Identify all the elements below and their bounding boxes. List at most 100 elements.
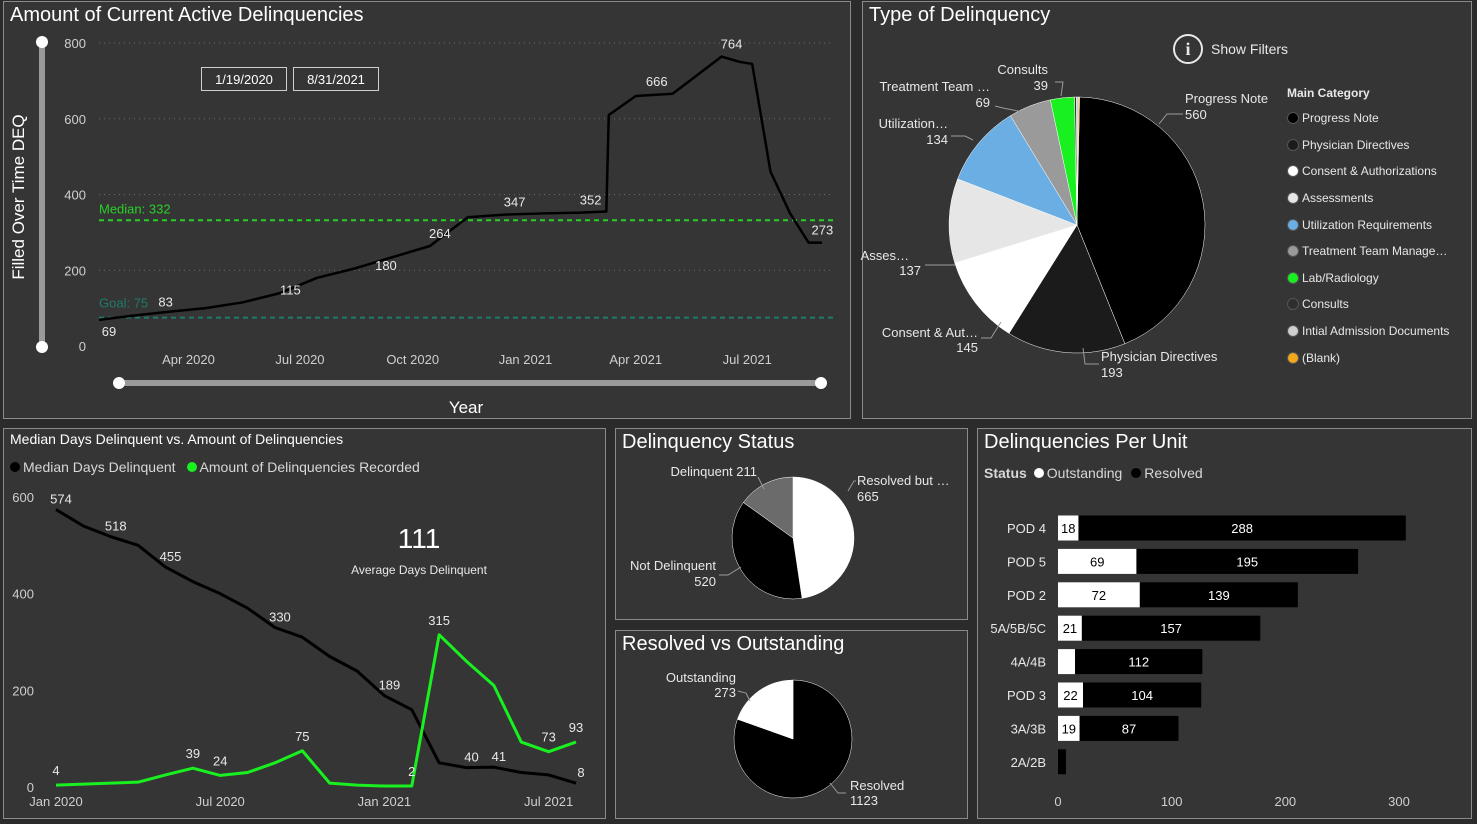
leader-line (1158, 113, 1183, 125)
median-data-label: 518 (105, 519, 127, 534)
slice-label-name: Progress Note (1185, 91, 1268, 106)
median-days-panel: Median Days Delinquent vs. Amount of Del… (3, 428, 606, 819)
bar-label-outstanding: 22 (1063, 688, 1077, 703)
bar-label-resolved: 157 (1160, 621, 1182, 636)
bar-label-resolved: 288 (1231, 521, 1253, 536)
slice-label-name: Resolved (850, 778, 904, 793)
y-tick-label: 400 (12, 587, 34, 602)
x-tick-label: 0 (1054, 794, 1061, 809)
bar-label-resolved: 195 (1236, 554, 1258, 569)
data-label: 69 (102, 324, 116, 339)
type-of-delinquency-panel: Type of Delinquency i Show Filters Main … (861, 1, 1472, 419)
category-label: POD 2 (1007, 588, 1046, 603)
slice-label-value: 273 (714, 685, 736, 700)
bar-label-resolved: 112 (1128, 655, 1149, 670)
slice-label-name: Utilization… (879, 116, 948, 131)
slice-label-value: 520 (694, 574, 716, 589)
vertical-slider-handle-top[interactable] (36, 36, 48, 48)
data-label: 180 (375, 258, 397, 273)
leader-line (829, 782, 846, 794)
median-data-label: 40 (464, 750, 478, 765)
x-tick-label: Jul 2021 (524, 794, 573, 809)
leader-line (847, 480, 856, 492)
category-label: 5A/5B/5C (990, 621, 1046, 636)
y-tick-label: 0 (79, 339, 86, 354)
bar-chart-units: 0 100 200 300 POD 4 18 288 POD 5 69 195 POD 2 72 139… (990, 515, 1410, 809)
amount-data-label: 39 (186, 746, 200, 761)
line-chart-active: 0 200 400 600 800 Apr 2020 Jul 2020 Oct 2020 Jan… (9, 36, 834, 417)
median-data-label: 330 (269, 610, 291, 625)
slice-label-name: Treatment Team … (879, 79, 990, 94)
bar-label-outstanding: 18 (1061, 521, 1075, 536)
resolved-outstanding-panel: Resolved vs Outstanding Outstanding 273 Re… (615, 630, 968, 819)
data-label: 352 (580, 193, 602, 208)
vertical-slider-handle-bottom[interactable] (36, 341, 48, 353)
slice-label-name: Resolved but … (857, 473, 950, 488)
x-tick-label: Jan 2020 (29, 794, 83, 809)
x-tick-label: Jul 2020 (275, 352, 324, 367)
category-label: 3A/3B (1011, 721, 1046, 736)
bar-label-outstanding: 19 (1062, 721, 1076, 736)
amount-data-label: 315 (428, 613, 450, 628)
leader-line (737, 690, 751, 702)
slice-label-value: 1123 (850, 793, 878, 808)
slice-label-value: 134 (926, 132, 948, 147)
x-tick-label: Jan 2021 (358, 794, 412, 809)
x-tick-label: 100 (1161, 794, 1183, 809)
amount-data-label: 75 (295, 729, 309, 744)
data-label: 666 (646, 74, 668, 89)
median-data-label: 41 (492, 749, 506, 764)
category-label: POD 3 (1007, 688, 1046, 703)
pie-chart-status: Resolved but …665 Delinquent 211 Not Delin… (630, 464, 950, 600)
bar-label-resolved: 87 (1122, 721, 1136, 736)
slice-label-value: 560 (1185, 107, 1207, 122)
slice-label-name: Consults (997, 62, 1048, 77)
bar-outstanding (1058, 649, 1076, 675)
amount-data-label: 73 (541, 730, 555, 745)
x-tick-label: Jan 2021 (499, 352, 553, 367)
line-chart-median: 0 200 400 600 Jan 2020 Jul 2020 Jan 2021 Jul 20… (12, 490, 584, 809)
pie-chart-type: Progress Note560 Physician Directives193 C… (861, 62, 1269, 380)
slice-label-value: 69 (976, 95, 990, 110)
y-tick-label: 600 (64, 112, 86, 127)
leader-line (1055, 81, 1064, 97)
y-tick-label: 600 (12, 490, 34, 505)
y-tick-label: 200 (64, 263, 86, 278)
slice-label-name: Consent & Aut… (882, 325, 978, 340)
x-tick-label: 200 (1274, 794, 1296, 809)
x-tick-label: 300 (1388, 794, 1410, 809)
data-label: 347 (504, 195, 526, 210)
data-label: 764 (721, 37, 743, 52)
pie-chart-resolved: Outstanding273 Resolved1123 (666, 670, 904, 808)
series-line-median-days-delinquent (55, 508, 577, 785)
slice-label-value: 39 (1034, 78, 1048, 93)
x-tick-label: Apr 2020 (162, 352, 215, 367)
horizontal-slider-handle-right[interactable] (815, 377, 827, 389)
median-data-label: 574 (50, 492, 72, 507)
x-axis-title: Year (449, 398, 484, 417)
category-label: 4A/4B (1011, 655, 1046, 670)
category-label: 2A/2B (1011, 755, 1046, 770)
category-label: POD 4 (1007, 521, 1046, 536)
slice-label-name: Physician Directives (1101, 349, 1218, 364)
slice-label-name: Outstanding (666, 670, 736, 685)
slice-label-value: 193 (1101, 365, 1123, 380)
slice-label-name: Delinquent 211 (671, 464, 758, 479)
leader-line (719, 566, 742, 576)
horizontal-slider-handle-left[interactable] (113, 377, 125, 389)
data-label: 115 (280, 282, 301, 297)
y-tick-label: 0 (27, 780, 34, 795)
y-axis-title: Filled Over Time DEQ (9, 114, 28, 279)
leader-line (951, 135, 974, 141)
slice-label-value: 145 (956, 340, 978, 355)
slice-label-name: Asses… (861, 248, 909, 263)
x-tick-label: Jul 2020 (196, 794, 245, 809)
data-label: 273 (812, 223, 834, 238)
slice-label-value: 137 (899, 263, 921, 278)
bar-label-outstanding: 21 (1063, 621, 1077, 636)
amount-data-label: 4 (52, 763, 59, 778)
median-data-label: 455 (160, 549, 182, 564)
amount-data-label: 24 (213, 753, 227, 768)
x-tick-label: Apr 2021 (609, 352, 662, 367)
x-tick-label: Jul 2021 (723, 352, 772, 367)
